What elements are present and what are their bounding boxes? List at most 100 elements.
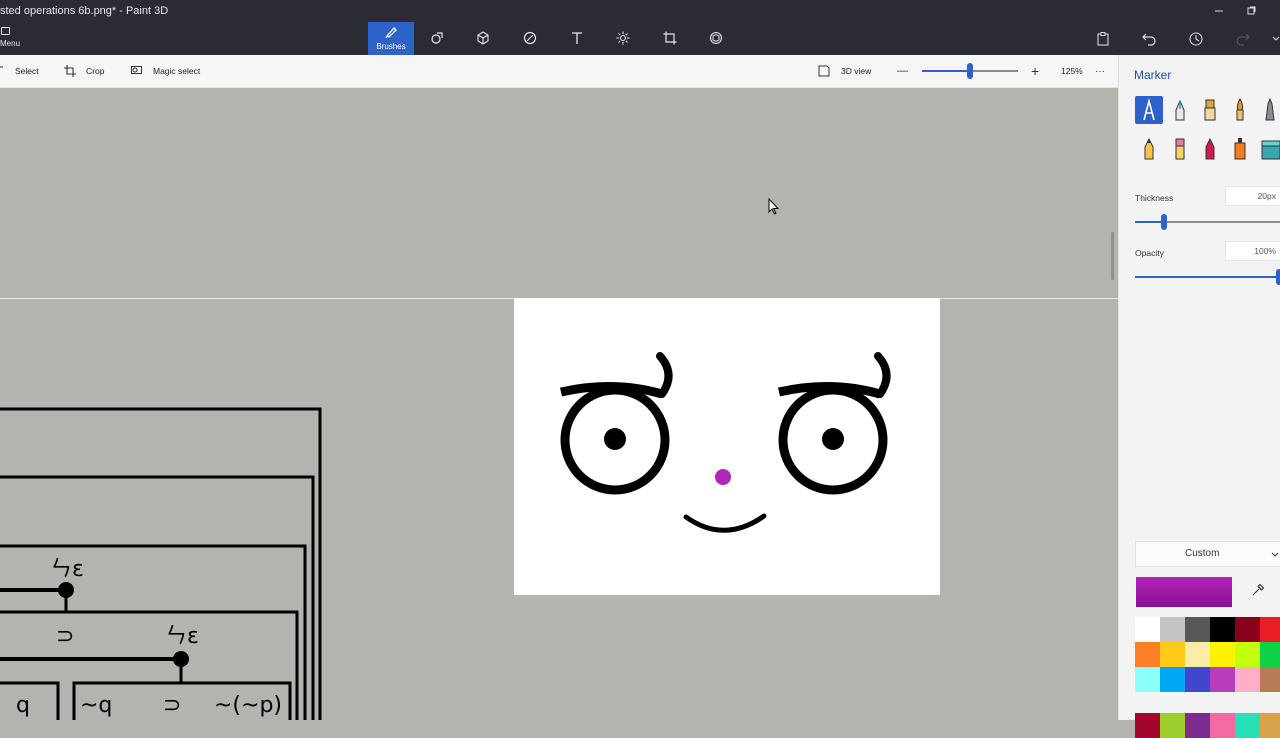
- 3d-view-icon: [818, 65, 830, 77]
- left-eye: [560, 352, 673, 495]
- color-swatch[interactable]: [1160, 713, 1185, 738]
- crayon-button[interactable]: [1196, 135, 1224, 163]
- watercolor-button[interactable]: [1226, 96, 1254, 124]
- paste-icon[interactable]: [1095, 31, 1111, 47]
- crop-button[interactable]: Crop: [64, 55, 124, 88]
- tool-canvas[interactable]: [647, 22, 693, 55]
- 3d-library-icon: [709, 31, 723, 45]
- color-swatch[interactable]: [1235, 713, 1260, 738]
- chevron-down-icon[interactable]: [1270, 31, 1280, 47]
- tool-2d-shapes[interactable]: [414, 22, 460, 55]
- 3d-shapes-icon: [477, 31, 489, 45]
- opacity-input[interactable]: 100%: [1225, 241, 1280, 261]
- zoom-out-button[interactable]: —: [897, 55, 908, 88]
- select-icon: [0, 66, 3, 68]
- color-swatch[interactable]: [1185, 667, 1210, 692]
- fill-button[interactable]: [1256, 135, 1280, 163]
- color-swatch[interactable]: [1210, 617, 1235, 642]
- color-swatch[interactable]: [1210, 713, 1235, 738]
- diagram-label: ~q: [80, 693, 112, 718]
- venn-diagram: ㄣɛ ⊃ ㄣɛ q ~q ⊃ ~(~p): [0, 407, 322, 720]
- zoom-level[interactable]: 125%: [1061, 55, 1083, 88]
- zoom-thumb[interactable]: [967, 63, 973, 79]
- restore-button[interactable]: [1236, 0, 1266, 22]
- color-swatch[interactable]: [1185, 713, 1210, 738]
- color-mode-dropdown[interactable]: Custom: [1135, 541, 1280, 567]
- color-swatch[interactable]: [1260, 713, 1280, 738]
- color-swatch[interactable]: [1185, 617, 1210, 642]
- color-swatch[interactable]: [1210, 642, 1235, 667]
- color-swatch[interactable]: [1235, 642, 1260, 667]
- right-eye: [778, 352, 891, 495]
- chevron-down-icon: [1271, 552, 1279, 557]
- thickness-thumb[interactable]: [1161, 214, 1168, 230]
- pencil-button[interactable]: [1135, 135, 1163, 163]
- color-swatch[interactable]: [1135, 617, 1160, 642]
- tool-brushes[interactable]: Brushes: [368, 22, 414, 55]
- undo-icon[interactable]: [1141, 31, 1157, 47]
- color-swatch[interactable]: [1185, 642, 1210, 667]
- marker-icon: [1143, 97, 1155, 121]
- stickers-icon: [523, 31, 537, 45]
- minimize-button[interactable]: [1204, 0, 1234, 22]
- color-swatch[interactable]: [1135, 713, 1160, 738]
- calligraphy-pen-icon: [1175, 99, 1185, 121]
- nose-dot: [715, 469, 731, 485]
- tool-text[interactable]: [554, 22, 600, 55]
- color-swatch[interactable]: [1235, 667, 1260, 692]
- color-swatch[interactable]: [1135, 642, 1160, 667]
- vertical-scrollbar[interactable]: [1111, 232, 1114, 280]
- diagram-label: ㄣɛ: [50, 557, 84, 582]
- color-swatch[interactable]: [1210, 667, 1235, 692]
- tool-3d-shapes[interactable]: [460, 22, 506, 55]
- canvas-area[interactable]: ㄣɛ ⊃ ㄣɛ q ~q ⊃ ~(~p): [0, 88, 1118, 720]
- redo-icon[interactable]: [1235, 31, 1251, 47]
- eraser-button[interactable]: [1166, 135, 1194, 163]
- tool-stickers[interactable]: [507, 22, 553, 55]
- spray-can-button[interactable]: [1226, 135, 1254, 163]
- color-swatch[interactable]: [1160, 642, 1185, 667]
- eyedropper-icon[interactable]: [1251, 583, 1265, 597]
- color-mode-label: Custom: [1185, 548, 1220, 559]
- brush-icon: [385, 27, 397, 39]
- mouse-cursor-icon: [768, 198, 780, 215]
- drawing-canvas[interactable]: [514, 298, 940, 595]
- text-icon: [572, 32, 582, 44]
- magic-select-button[interactable]: Magic select: [131, 55, 221, 88]
- color-swatch[interactable]: [1260, 667, 1280, 692]
- calligraphy-pen-button[interactable]: [1166, 96, 1194, 124]
- current-color-swatch[interactable]: [1136, 577, 1232, 607]
- diagram-label: ⊃: [56, 624, 74, 649]
- marker-brush-button[interactable]: [1135, 96, 1163, 124]
- more-button[interactable]: ···: [1095, 55, 1105, 88]
- spray-can-icon: [1234, 138, 1246, 160]
- color-swatch[interactable]: [1260, 642, 1280, 667]
- fill-bucket-icon: [1261, 140, 1280, 160]
- color-swatch[interactable]: [1135, 667, 1160, 692]
- magic-select-label: Magic select: [153, 66, 201, 76]
- color-swatch[interactable]: [1160, 617, 1185, 642]
- color-swatch[interactable]: [1160, 667, 1185, 692]
- face-drawing: [560, 352, 891, 533]
- canvas-icon: [663, 31, 677, 45]
- tool-3d-library[interactable]: [693, 22, 739, 55]
- tool-brushes-label: Brushes: [376, 42, 406, 51]
- opacity-slider[interactable]: [1135, 276, 1280, 278]
- crayon-icon: [1205, 137, 1215, 160]
- zoom-in-button[interactable]: +: [1031, 55, 1039, 88]
- thickness-label: Thickness: [1135, 193, 1174, 203]
- opacity-thumb[interactable]: [1276, 269, 1280, 285]
- thickness-slider[interactable]: [1135, 221, 1280, 223]
- color-swatch[interactable]: [1235, 617, 1260, 642]
- oil-brush-icon: [1204, 99, 1216, 121]
- pixel-pen-button[interactable]: [1256, 96, 1280, 124]
- tool-effects[interactable]: [600, 22, 646, 55]
- pixel-pen-icon: [1265, 97, 1275, 121]
- 3d-view-button[interactable]: 3D view: [818, 55, 888, 88]
- diagram-label: ㄣɛ: [165, 624, 199, 649]
- color-swatch[interactable]: [1260, 617, 1280, 642]
- oil-brush-button[interactable]: [1196, 96, 1224, 124]
- thickness-input[interactable]: 20px: [1225, 186, 1280, 206]
- history-icon[interactable]: [1188, 31, 1204, 47]
- ribbon: Menu Brushes: [0, 22, 1280, 55]
